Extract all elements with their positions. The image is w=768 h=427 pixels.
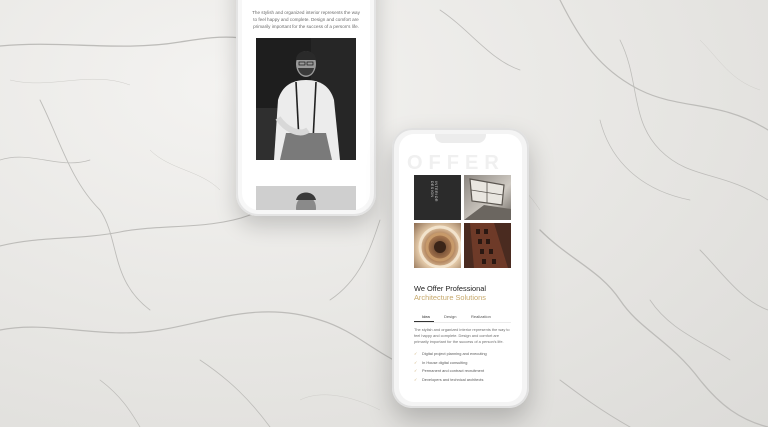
grid-image-dark[interactable]: INTERIOR DESIGN xyxy=(414,175,461,220)
check-icon: ✓ xyxy=(414,351,418,356)
active-tab-indicator xyxy=(414,321,434,322)
feature-label: Digital project planning and executing xyxy=(422,351,487,356)
phone-right: OFFER INTERIOR DESIGN We Offer Professio… xyxy=(392,128,529,408)
tab-design[interactable]: Design xyxy=(444,314,456,319)
grid-image-building[interactable] xyxy=(464,223,511,268)
phone-notch xyxy=(435,134,486,143)
vertical-label: INTERIOR DESIGN xyxy=(430,181,438,202)
heading-line-1: We Offer Professional xyxy=(414,284,487,293)
tab-realization[interactable]: Realization xyxy=(471,314,491,319)
background-word: OFFER xyxy=(407,152,505,174)
intro-paragraph: The stylish and organized interior repre… xyxy=(252,10,360,29)
marble-background xyxy=(0,0,768,427)
check-icon: ✓ xyxy=(414,368,418,374)
tab-idea[interactable]: Idea xyxy=(422,314,430,319)
feature-label: Developers and technical architects xyxy=(422,376,484,382)
list-item: ✓ In House digital consulting xyxy=(414,359,514,368)
list-item: ✓ Digital project planning and executing xyxy=(414,350,514,359)
feature-label: In House digital consulting xyxy=(422,359,468,365)
list-item: ✓ Developers and technical architects xyxy=(414,376,514,385)
second-photo xyxy=(256,186,356,210)
check-icon: ✓ xyxy=(414,376,418,382)
phone-left: The stylish and organized interior repre… xyxy=(236,0,376,216)
grid-image-staircase[interactable] xyxy=(414,223,461,268)
heading-line-2: Architecture Solutions xyxy=(414,293,486,302)
grid-image-skylight[interactable] xyxy=(464,175,511,220)
feature-list: ✓ Digital project planning and executing … xyxy=(414,350,514,384)
marble-veins xyxy=(0,0,768,427)
check-icon: ✓ xyxy=(414,359,418,365)
list-item: ✓ Permanent and contract recruitment xyxy=(414,367,514,376)
description-paragraph: The stylish and organized interior repre… xyxy=(414,327,510,345)
feature-label: Permanent and contract recruitment xyxy=(422,368,485,374)
portrait-photo xyxy=(256,38,356,160)
phone-left-screen: The stylish and organized interior repre… xyxy=(242,0,370,210)
phone-right-screen: OFFER INTERIOR DESIGN We Offer Professio… xyxy=(399,134,522,402)
image-grid: INTERIOR DESIGN xyxy=(414,175,511,269)
